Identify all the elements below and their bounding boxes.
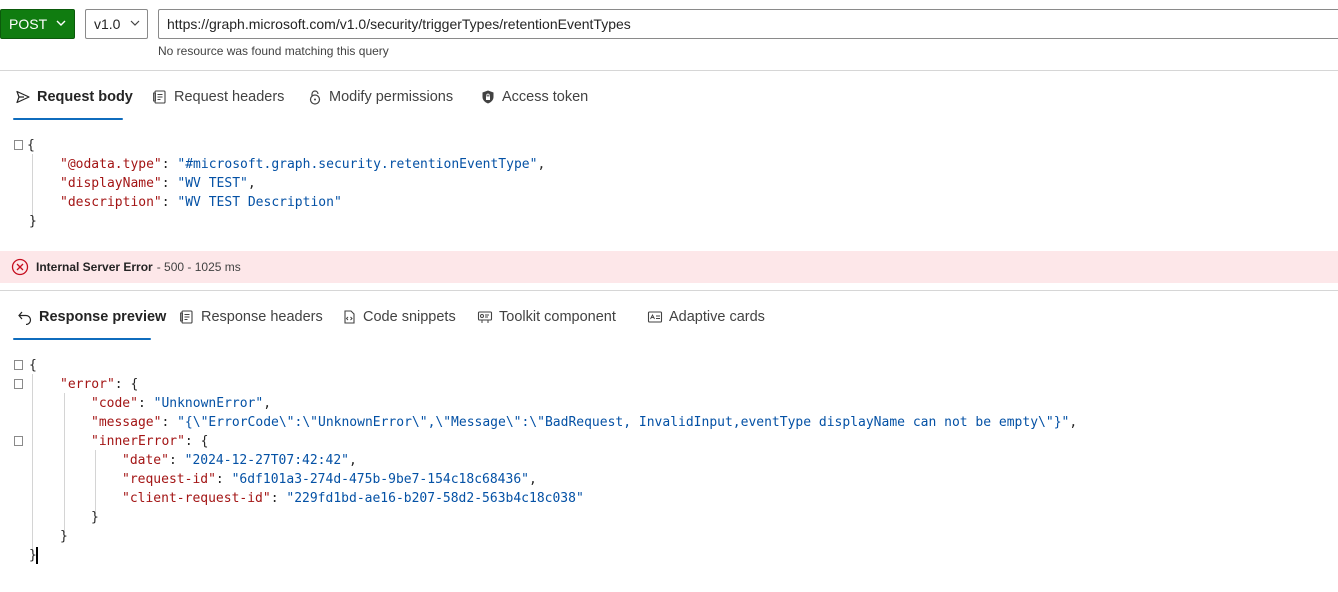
- json-open-brace: {: [29, 358, 37, 373]
- fold-toggle[interactable]: [14, 379, 23, 389]
- json-close-brace: }: [29, 214, 37, 229]
- api-version-dropdown[interactable]: v1.0: [85, 9, 148, 39]
- tab-request-body[interactable]: Request body: [15, 86, 133, 108]
- indent-guide: [95, 450, 96, 514]
- http-method-dropdown[interactable]: POST: [0, 9, 75, 39]
- chevron-down-icon: [130, 20, 140, 26]
- send-icon: [16, 90, 30, 104]
- fold-toggle[interactable]: [14, 360, 23, 370]
- json-close-brace: }: [60, 529, 68, 544]
- response-status-bar: Internal Server Error - 500 - 1025 ms: [0, 251, 1338, 283]
- json-line: "displayName": "WV TEST",: [60, 176, 256, 191]
- undo-arrow-icon: [18, 311, 32, 325]
- response-body-viewer[interactable]: { "error": { "code": "UnknownError", "me…: [0, 350, 1338, 590]
- shield-lock-icon: [482, 90, 494, 104]
- text-cursor: [36, 547, 38, 564]
- code-document-icon: [344, 310, 355, 324]
- request-url-input[interactable]: [158, 9, 1338, 39]
- error-circle-icon: [11, 258, 29, 276]
- divider: [0, 290, 1338, 291]
- tab-response-preview[interactable]: Response preview: [17, 306, 166, 328]
- lock-open-icon: [309, 90, 321, 105]
- status-label: Internal Server Error: [36, 260, 153, 274]
- status-meta: - 500 - 1025 ms: [156, 260, 241, 274]
- fold-toggle[interactable]: [14, 140, 23, 150]
- json-line: "request-id": "6df101a3-274d-475b-9be7-1…: [122, 472, 537, 487]
- chevron-down-icon: [56, 20, 66, 26]
- json-open-brace: {: [27, 138, 35, 153]
- url-hint-text: No resource was found matching this quer…: [158, 44, 389, 58]
- indent-guide: [64, 393, 65, 533]
- tab-modify-permissions[interactable]: Modify permissions: [307, 86, 453, 108]
- json-line: "error": {: [60, 377, 139, 392]
- tab-response-headers[interactable]: Response headers: [179, 306, 323, 328]
- json-line: "date": "2024-12-27T07:42:42",: [122, 453, 357, 468]
- tab-toolkit-component[interactable]: Toolkit component: [477, 306, 616, 328]
- tab-request-headers[interactable]: Request headers: [152, 86, 284, 108]
- fold-toggle[interactable]: [14, 436, 23, 446]
- http-method-label: POST: [9, 16, 48, 32]
- json-line: "code": "UnknownError",: [91, 396, 272, 411]
- active-tab-indicator: [13, 338, 151, 340]
- json-line: "@odata.type": "#microsoft.graph.securit…: [60, 157, 546, 172]
- active-tab-indicator: [13, 118, 123, 120]
- tab-access-token[interactable]: Access token: [480, 86, 588, 108]
- document-icon: [153, 90, 166, 104]
- json-line: "client-request-id": "229fd1bd-ae16-b207…: [122, 491, 584, 506]
- request-body-editor[interactable]: { "@odata.type": "#microsoft.graph.secur…: [0, 130, 1338, 245]
- json-close-brace: }: [91, 510, 99, 525]
- toolkit-icon: [477, 311, 493, 323]
- tab-adaptive-cards[interactable]: Adaptive cards: [647, 306, 765, 328]
- json-line: "description": "WV TEST Description": [60, 195, 342, 210]
- card-icon: [647, 311, 663, 323]
- indent-guide: [32, 374, 33, 552]
- api-version-label: v1.0: [94, 16, 121, 32]
- json-line: "message": "{\"ErrorCode\":\"UnknownErro…: [91, 415, 1078, 430]
- tab-code-snippets[interactable]: Code snippets: [341, 306, 456, 328]
- json-line: "innerError": {: [91, 434, 209, 449]
- divider: [0, 70, 1338, 71]
- document-icon: [180, 310, 193, 324]
